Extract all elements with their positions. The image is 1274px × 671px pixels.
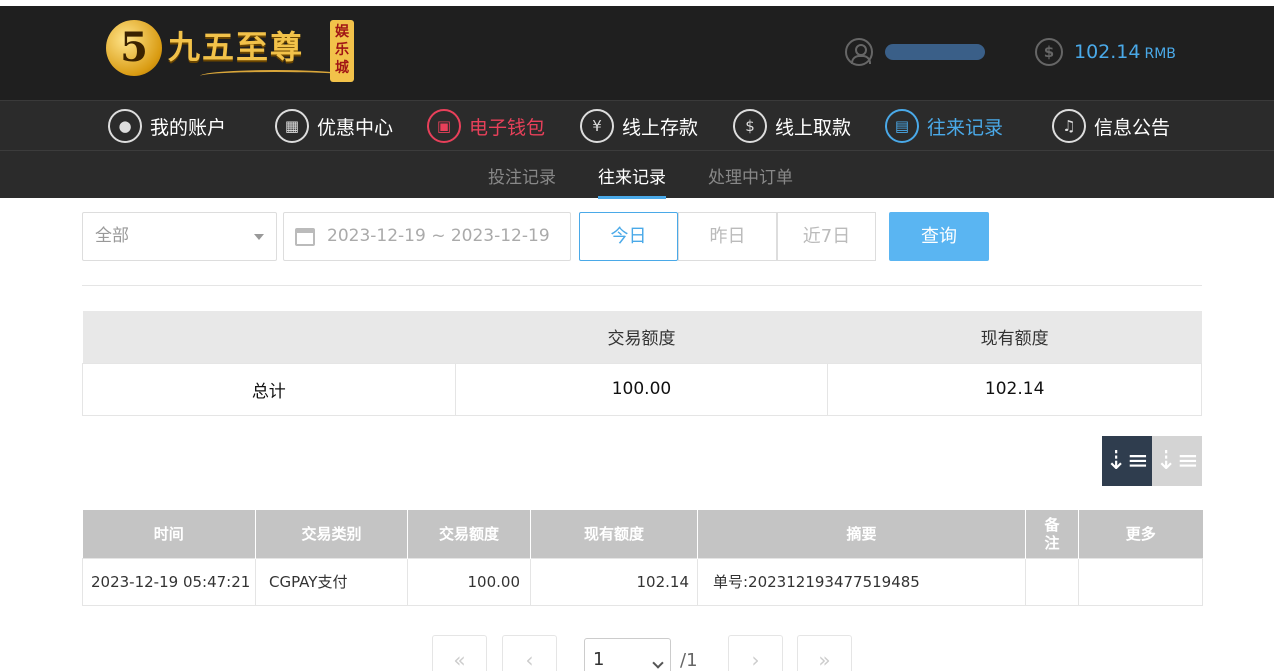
table-row: 2023-12-19 05:47:21 CGPAY支付 100.00 102.1…: [82, 557, 1203, 606]
today-button[interactable]: 今日: [579, 212, 678, 261]
balance-icon: $: [1035, 38, 1063, 66]
col-header-amount: 交易额度: [407, 510, 531, 558]
nav-item-label: 电子钱包: [469, 116, 546, 139]
nav-item-label: 线上取款: [775, 116, 852, 139]
site-logo[interactable]: 5 九五至尊 娱乐城: [106, 20, 356, 84]
date-range-value: 2023-12-19 ~ 2023-12-19: [327, 226, 550, 246]
summary-total-amount: 100.00: [454, 362, 829, 416]
records-icon: ▤: [885, 109, 919, 143]
user-icon: [845, 38, 873, 66]
col-header-note: 备注: [1025, 510, 1079, 558]
divider: [82, 285, 1202, 286]
username-redacted: [885, 44, 985, 60]
summary-header-blank: [82, 311, 456, 363]
chevron-down-icon: [254, 234, 264, 240]
main-nav: ● 我的账户 ▦ 优惠中心 ▣ 电子钱包 ¥ 线上存款 $ 线上取款 ▤ 往来记…: [0, 100, 1274, 150]
bell-icon: ♫: [1052, 109, 1086, 143]
balance-display: 102.14 RMB: [1074, 41, 1176, 63]
cell-type: CGPAY支付: [255, 557, 408, 606]
nav-item-label: 信息公告: [1094, 116, 1171, 139]
tab-transaction-records[interactable]: 往来记录: [598, 163, 666, 199]
user-icon: ●: [108, 109, 142, 143]
nav-item-announcements[interactable]: ♫ 信息公告: [1052, 107, 1170, 145]
summary-header-amount: 交易额度: [455, 311, 828, 363]
gift-icon: ▦: [275, 109, 309, 143]
nav-item-label: 我的账户: [150, 116, 227, 139]
tab-pending-orders[interactable]: 处理中订单: [708, 163, 793, 188]
tab-bet-records[interactable]: 投注记录: [488, 163, 556, 188]
col-header-summary: 摘要: [697, 510, 1026, 558]
col-header-balance: 现有额度: [530, 510, 698, 558]
logo-coin-icon: 5: [106, 20, 162, 76]
summary-table: 交易额度 现有额度 总计 100.00 102.14: [82, 311, 1202, 416]
cell-note: [1025, 557, 1079, 606]
cell-summary: 单号:202312193477519485: [697, 557, 1026, 606]
withdraw-icon: $: [733, 109, 767, 143]
nav-item-label: 线上存款: [622, 116, 699, 139]
nav-item-withdraw[interactable]: $ 线上取款: [733, 107, 851, 145]
logo-flourish: [200, 70, 350, 82]
chevron-down-icon: [652, 657, 664, 669]
nav-item-label: 往来记录: [927, 116, 1004, 139]
wallet-icon: ▣: [427, 109, 461, 143]
last-7-days-button[interactable]: 近7日: [777, 212, 876, 261]
sort-descending-icon[interactable]: ⇣≡: [1102, 436, 1152, 486]
last-page-button[interactable]: »: [797, 635, 852, 671]
logo-badge: 娱乐城: [330, 20, 354, 82]
sub-nav: 投注记录 往来记录 处理中订单: [0, 150, 1274, 199]
cell-amount: 100.00: [407, 557, 531, 606]
type-select[interactable]: 全部: [82, 212, 277, 261]
col-header-more: 更多: [1078, 510, 1203, 558]
logo-text: 九五至尊: [168, 28, 305, 66]
col-header-time: 时间: [82, 510, 256, 558]
nav-item-deposit[interactable]: ¥ 线上存款: [580, 107, 698, 145]
cell-balance: 102.14: [530, 557, 698, 606]
summary-total-label: 总计: [82, 362, 456, 416]
summary-row: 总计 100.00 102.14: [82, 362, 1202, 416]
balance-currency: RMB: [1144, 46, 1176, 62]
col-header-type: 交易类别: [255, 510, 408, 558]
balance-amount: 102.14: [1074, 41, 1141, 63]
top-bar: 5 九五至尊 娱乐城 $ 102.14 RMB: [0, 0, 1274, 100]
records-table: 时间 交易类别 交易额度 现有额度 摘要 备注 更多 2023-12-19 05…: [82, 510, 1203, 606]
first-page-button[interactable]: «: [432, 635, 487, 671]
summary-header-balance: 现有额度: [827, 311, 1202, 363]
page-select[interactable]: 1: [584, 638, 671, 671]
summary-total-balance: 102.14: [827, 362, 1202, 416]
page-select-value: 1: [593, 649, 605, 670]
date-range-input[interactable]: 2023-12-19 ~ 2023-12-19: [283, 212, 571, 261]
cell-more[interactable]: [1078, 557, 1203, 606]
nav-item-e-wallet[interactable]: ▣ 电子钱包: [427, 107, 545, 145]
nav-item-label: 优惠中心: [317, 116, 394, 139]
yesterday-button[interactable]: 昨日: [678, 212, 777, 261]
query-button[interactable]: 查询: [889, 212, 989, 261]
sort-ascending-icon[interactable]: ⇣≡: [1152, 436, 1202, 486]
page-total: /1: [680, 650, 698, 671]
prev-page-button[interactable]: ‹: [502, 635, 557, 671]
deposit-icon: ¥: [580, 109, 614, 143]
next-page-button[interactable]: ›: [728, 635, 783, 671]
calendar-icon: [295, 228, 315, 246]
nav-item-records[interactable]: ▤ 往来记录: [885, 107, 1003, 145]
type-select-value: 全部: [95, 226, 129, 246]
nav-item-promotions[interactable]: ▦ 优惠中心: [275, 107, 393, 145]
cell-time: 2023-12-19 05:47:21: [82, 557, 256, 606]
nav-item-my-account[interactable]: ● 我的账户: [108, 107, 226, 145]
